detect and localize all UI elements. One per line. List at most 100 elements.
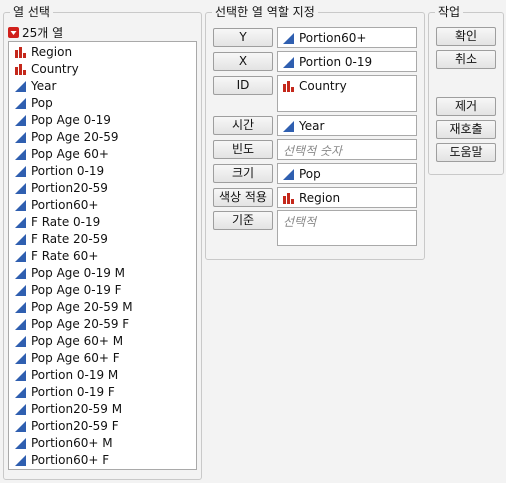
column-list-item[interactable]: Portion20-59 M — [15, 401, 122, 418]
column-list-item[interactable]: F Rate 20-59 — [15, 231, 108, 248]
column-list-item-label: Region — [31, 45, 73, 59]
help-button[interactable]: 도움말 — [436, 143, 496, 162]
column-list-item-label: Portion20-59 M — [31, 402, 123, 416]
continuous-column-icon — [15, 183, 26, 194]
continuous-column-icon — [15, 251, 26, 262]
cast-roles-title: 선택한 열 역할 지정 — [212, 5, 318, 19]
column-list-item[interactable]: Portion 0-19 F — [15, 384, 115, 401]
continuous-column-icon — [283, 120, 294, 132]
column-list-item-label: Pop Age 60+ — [31, 147, 109, 161]
role-field-id[interactable]: Country — [277, 75, 417, 112]
continuous-column-icon — [15, 200, 26, 211]
cancel-button[interactable]: 취소 — [436, 50, 496, 69]
nominal-column-icon — [15, 64, 26, 75]
column-list-item-label: Portion 0-19 M — [31, 368, 119, 382]
column-list-item[interactable]: Pop Age 20-59 F — [15, 316, 129, 333]
column-list-item[interactable]: Portion60+ F — [15, 452, 109, 469]
column-list-item[interactable]: Portion 0-19 — [15, 163, 104, 180]
column-count-row[interactable]: 25개 열 — [8, 24, 63, 41]
remove-button[interactable]: 제거 — [436, 97, 496, 116]
role-button-id[interactable]: ID — [213, 76, 273, 95]
column-list[interactable]: Region Country Year Pop Pop Age 0-19 Pop Age … — [8, 41, 197, 470]
column-count-label: 25개 열 — [22, 26, 64, 40]
column-list-item[interactable]: Portion20-59 F — [15, 418, 119, 435]
column-list-item-label: Year — [31, 79, 57, 93]
role-field-y[interactable]: Portion60+ — [277, 27, 417, 48]
role-field-color[interactable]: Region — [277, 187, 417, 208]
role-field-value: Country — [299, 79, 347, 93]
column-list-item-label: Pop Age 0-19 F — [31, 283, 122, 297]
column-list-item[interactable]: Pop Age 60+ — [15, 146, 109, 163]
nominal-column-icon — [283, 80, 294, 92]
continuous-column-icon — [15, 455, 26, 466]
column-list-item[interactable]: Portion 0-19 M — [15, 367, 118, 384]
continuous-column-icon — [15, 217, 26, 228]
column-list-item[interactable]: Portion20-59 — [15, 180, 108, 197]
column-list-item[interactable]: Pop Age 60+ M — [15, 333, 123, 350]
column-list-item[interactable]: F Rate 60+ — [15, 248, 98, 265]
role-button-y[interactable]: Y — [213, 28, 273, 47]
continuous-column-icon — [15, 336, 26, 347]
nominal-column-icon — [283, 192, 294, 204]
column-list-item-label: Pop Age 20-59 F — [31, 317, 130, 331]
column-list-item[interactable]: Portion60+ — [15, 197, 98, 214]
continuous-column-icon — [15, 285, 26, 296]
role-field-freq[interactable]: 선택적 숫자 — [277, 139, 417, 160]
column-list-item[interactable]: Year — [15, 78, 56, 95]
role-button-x[interactable]: X — [213, 52, 273, 71]
role-field-x[interactable]: Portion 0-19 — [277, 51, 417, 72]
continuous-column-icon — [15, 370, 26, 381]
continuous-column-icon — [15, 268, 26, 279]
column-list-item[interactable]: Pop Age 0-19 M — [15, 265, 125, 282]
role-field-size[interactable]: Pop — [277, 163, 417, 184]
column-list-item-label: Pop Age 0-19 — [31, 113, 111, 127]
continuous-column-icon — [15, 302, 26, 313]
continuous-column-icon — [15, 404, 26, 415]
continuous-column-icon — [283, 56, 294, 68]
role-button-by[interactable]: 기준 — [213, 211, 273, 230]
column-list-item[interactable]: F Rate 0-19 — [15, 214, 100, 231]
role-field-time[interactable]: Year — [277, 115, 417, 136]
column-list-item-label: Portion60+ M — [31, 436, 113, 450]
column-list-item-label: Pop Age 20-59 — [31, 130, 119, 144]
recall-button[interactable]: 재호출 — [436, 120, 496, 139]
role-field-by[interactable]: 선택적 — [277, 210, 417, 246]
column-list-item-label: Pop Age 0-19 M — [31, 266, 126, 280]
continuous-column-icon — [283, 32, 294, 44]
role-field-value: Portion60+ — [299, 31, 367, 45]
column-list-item-label: Portion 0-19 F — [31, 385, 115, 399]
continuous-column-icon — [15, 387, 26, 398]
continuous-column-icon — [15, 115, 26, 126]
column-list-item[interactable]: Pop Age 20-59 M — [15, 299, 133, 316]
column-list-item[interactable]: Country — [15, 61, 79, 78]
continuous-column-icon — [15, 149, 26, 160]
column-list-item-label: Portion20-59 — [31, 181, 108, 195]
column-list-item[interactable]: Pop Age 60+ F — [15, 350, 120, 367]
continuous-column-icon — [15, 319, 26, 330]
role-button-time[interactable]: 시간 — [213, 116, 273, 135]
column-list-item-label: Country — [31, 62, 79, 76]
role-button-color[interactable]: 색상 적용 — [213, 188, 273, 207]
continuous-column-icon — [15, 421, 26, 432]
role-field-placeholder: 선택적 — [283, 214, 317, 229]
role-button-size[interactable]: 크기 — [213, 164, 273, 183]
ok-button[interactable]: 확인 — [436, 27, 496, 46]
nominal-column-icon — [15, 47, 26, 58]
column-list-item[interactable]: Pop Age 0-19 F — [15, 282, 122, 299]
column-list-item[interactable]: Pop Age 0-19 — [15, 112, 111, 129]
column-list-item[interactable]: Region — [15, 44, 72, 61]
continuous-column-icon — [15, 132, 26, 143]
continuous-column-icon — [15, 166, 26, 177]
role-field-value: Portion 0-19 — [299, 55, 373, 69]
column-list-item-label: Pop Age 20-59 M — [31, 300, 133, 314]
column-list-item[interactable]: Pop Age 20-59 — [15, 129, 118, 146]
disclosure-menu-icon[interactable] — [8, 27, 19, 38]
role-button-freq[interactable]: 빈도 — [213, 140, 273, 159]
column-list-item[interactable]: Portion60+ M — [15, 435, 113, 452]
continuous-column-icon — [15, 438, 26, 449]
column-list-item-label: F Rate 20-59 — [31, 232, 108, 246]
continuous-column-icon — [15, 353, 26, 364]
column-list-item-label: Portion60+ F — [31, 453, 110, 467]
column-list-item[interactable]: Pop — [15, 95, 53, 112]
continuous-column-icon — [15, 81, 26, 92]
